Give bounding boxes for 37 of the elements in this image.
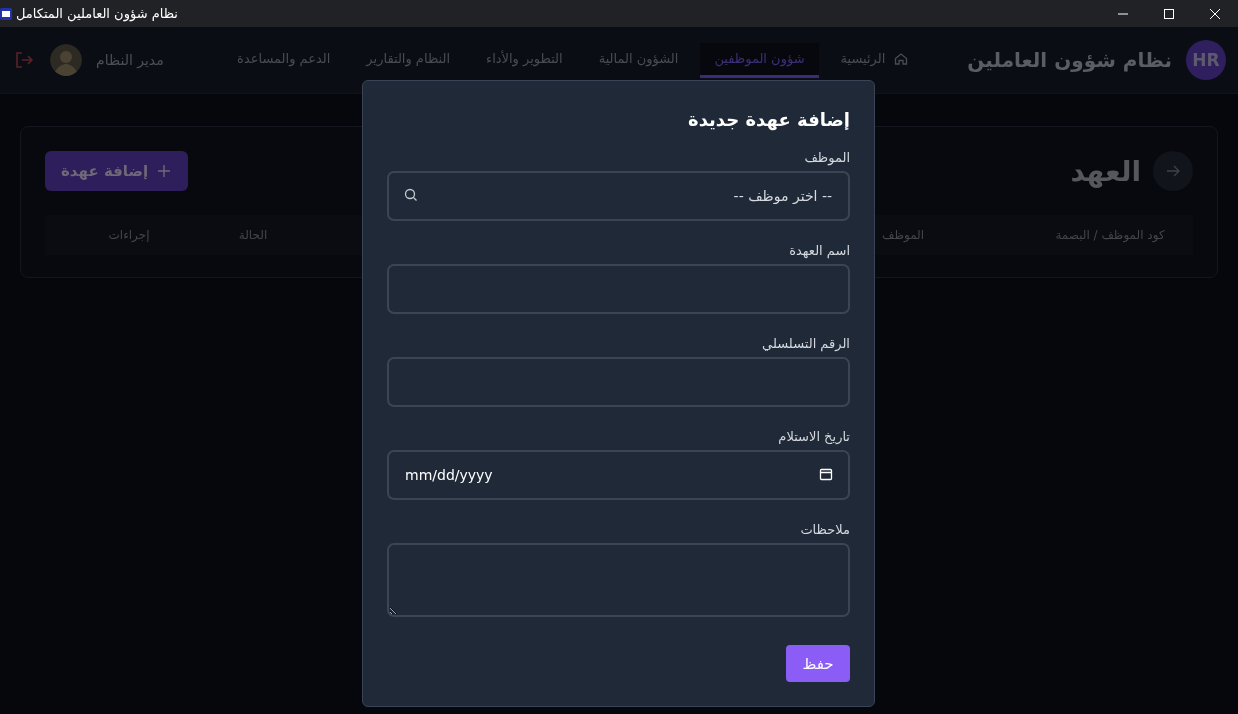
window-title: نظام شؤون العاملين المتكامل — [16, 6, 179, 21]
save-button[interactable]: حفظ — [786, 645, 850, 682]
nav-tab[interactable]: شؤون الموظفين — [700, 42, 819, 78]
employee-select[interactable]: -- اختر موظف -- — [387, 171, 850, 221]
app-title: نظام شؤون العاملين — [967, 48, 1172, 72]
logout-icon — [14, 50, 34, 70]
column-header: كود الموظف / البصمة — [1055, 228, 1165, 242]
field-label: الموظف — [803, 150, 850, 165]
back-button[interactable] — [1153, 151, 1193, 191]
add-button[interactable]: إضافة عهدة — [45, 151, 189, 191]
column-header: إجراءات — [108, 228, 150, 242]
nav-tab[interactable]: النظام والتقارير — [352, 42, 465, 78]
nav-tab[interactable]: الدعم والمساعدة — [223, 42, 345, 78]
minimize-icon — [1118, 12, 1128, 15]
field-label: الرقم التسلسلي — [761, 336, 850, 351]
field-label: اسم العهدة — [788, 243, 850, 258]
page-title: العهد — [1070, 154, 1141, 188]
input-field[interactable] — [387, 264, 850, 314]
app-icon — [0, 6, 12, 21]
column-header: الحالة — [238, 228, 268, 242]
calendar-icon — [818, 466, 834, 482]
plus-icon — [156, 163, 173, 179]
nav-tab[interactable]: الرئيسية — [826, 42, 924, 78]
notes-field[interactable] — [387, 543, 850, 617]
field-label: تاريخ الاستلام — [777, 429, 850, 444]
logo: HR — [1186, 40, 1226, 80]
modal-title: إضافة عهدة جديدة — [687, 109, 850, 130]
nav-tab[interactable]: التطوير والأداء — [472, 42, 577, 78]
avatar — [50, 44, 82, 76]
search-icon — [403, 187, 419, 203]
date-field[interactable]: mm/dd/yyyy — [387, 450, 850, 500]
field-label: ملاحظات — [799, 522, 850, 537]
user-name: مدير النظام — [96, 52, 164, 68]
nav-tab[interactable]: الشؤون المالية — [584, 42, 693, 78]
column-header: الموظف — [881, 228, 925, 242]
input-field[interactable] — [387, 357, 850, 407]
arrow-right-icon — [1165, 163, 1181, 179]
